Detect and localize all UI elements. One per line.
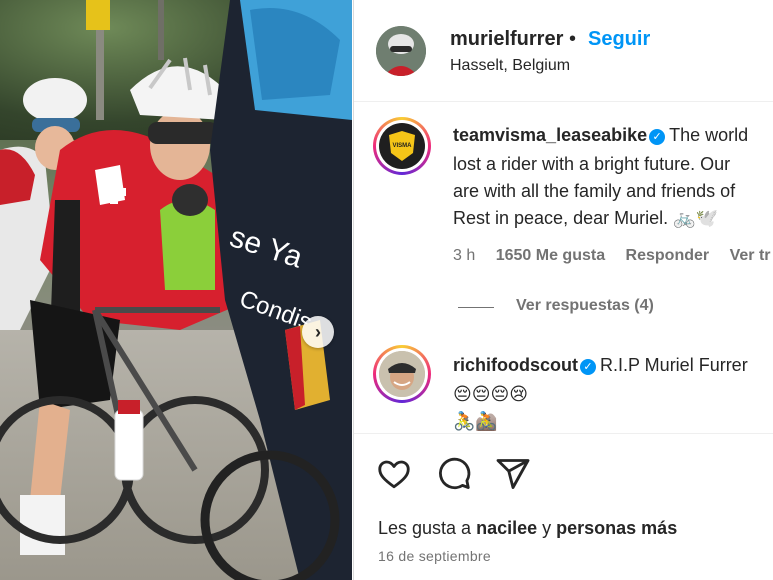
replies-divider [458, 307, 494, 308]
post-date: 16 de septiembre [378, 548, 491, 564]
comment-emoji-line: 😔😔😔😢 [453, 384, 529, 404]
comment-username[interactable]: richifoodscout [453, 355, 578, 375]
author-avatar[interactable] [376, 26, 426, 76]
verified-icon: ✓ [580, 359, 596, 375]
comments-list: VISMA teamvisma_leaseabike ✓ The world los… [354, 103, 773, 433]
comment-emoji-line: 🚴🚵 [453, 411, 498, 431]
post-side-panel: murielfurrer • Seguir Hasselt, Belgium V… [353, 0, 773, 580]
likes-user[interactable]: nacilee [476, 518, 537, 538]
chevron-right-icon: › [315, 322, 321, 342]
post-location[interactable]: Hasselt, Belgium [450, 57, 570, 75]
comment-line: R.I.P Muriel Furrer [600, 355, 748, 375]
likes-others[interactable]: personas más [556, 518, 677, 538]
comment-likes[interactable]: 1650 Me gusta [496, 247, 605, 264]
post-actions: Les gusta a nacilee y personas más 16 de… [354, 433, 773, 580]
post-photo: se Ya Condis › [0, 0, 352, 580]
comment-line: The world [669, 125, 749, 145]
comment-line: lost a rider with a bright future. Our [453, 154, 731, 174]
likes-prefix: Les gusta a [378, 518, 477, 538]
separator-dot: • [569, 28, 577, 50]
comment-username[interactable]: teamvisma_leaseabike [453, 125, 647, 145]
comment-line: are with all the family and friends of [453, 181, 736, 201]
likes-connector: y [537, 518, 557, 538]
comment-avatar[interactable]: VISMA [373, 117, 431, 175]
cyclists-illustration: se Ya Condis [0, 0, 352, 580]
follow-button[interactable]: Seguir [588, 28, 650, 51]
share-icon[interactable] [495, 456, 531, 492]
carousel-next-button[interactable]: › [302, 316, 334, 348]
author-username[interactable]: murielfurrer [450, 28, 563, 51]
heart-icon[interactable] [376, 456, 412, 492]
comment-meta: 3 h 1650 Me gusta Responder Ver tr [453, 247, 773, 265]
svg-text:VISMA: VISMA [392, 143, 412, 149]
likes-summary[interactable]: Les gusta a nacilee y personas más [378, 518, 677, 539]
comment-avatar[interactable] [373, 345, 431, 403]
comment-line: Rest in peace, dear Muriel. 🚲🕊️ [453, 208, 718, 228]
comment-text: teamvisma_leaseabike ✓ The world [453, 122, 748, 149]
verified-icon: ✓ [649, 129, 666, 145]
reply-button[interactable]: Responder [626, 247, 710, 264]
post-header: murielfurrer • Seguir Hasselt, Belgium [354, 0, 773, 102]
comment-icon[interactable] [436, 456, 472, 492]
user-avatar-photo [379, 351, 425, 397]
team-logo-icon: VISMA [379, 123, 425, 169]
comment-time: 3 h [453, 247, 476, 264]
view-replies-button[interactable]: Ver respuestas (4) [516, 297, 654, 315]
comment-text: richifoodscout ✓ R.I.P Muriel Furrer [453, 352, 748, 379]
translate-button[interactable]: Ver tr [730, 247, 771, 264]
